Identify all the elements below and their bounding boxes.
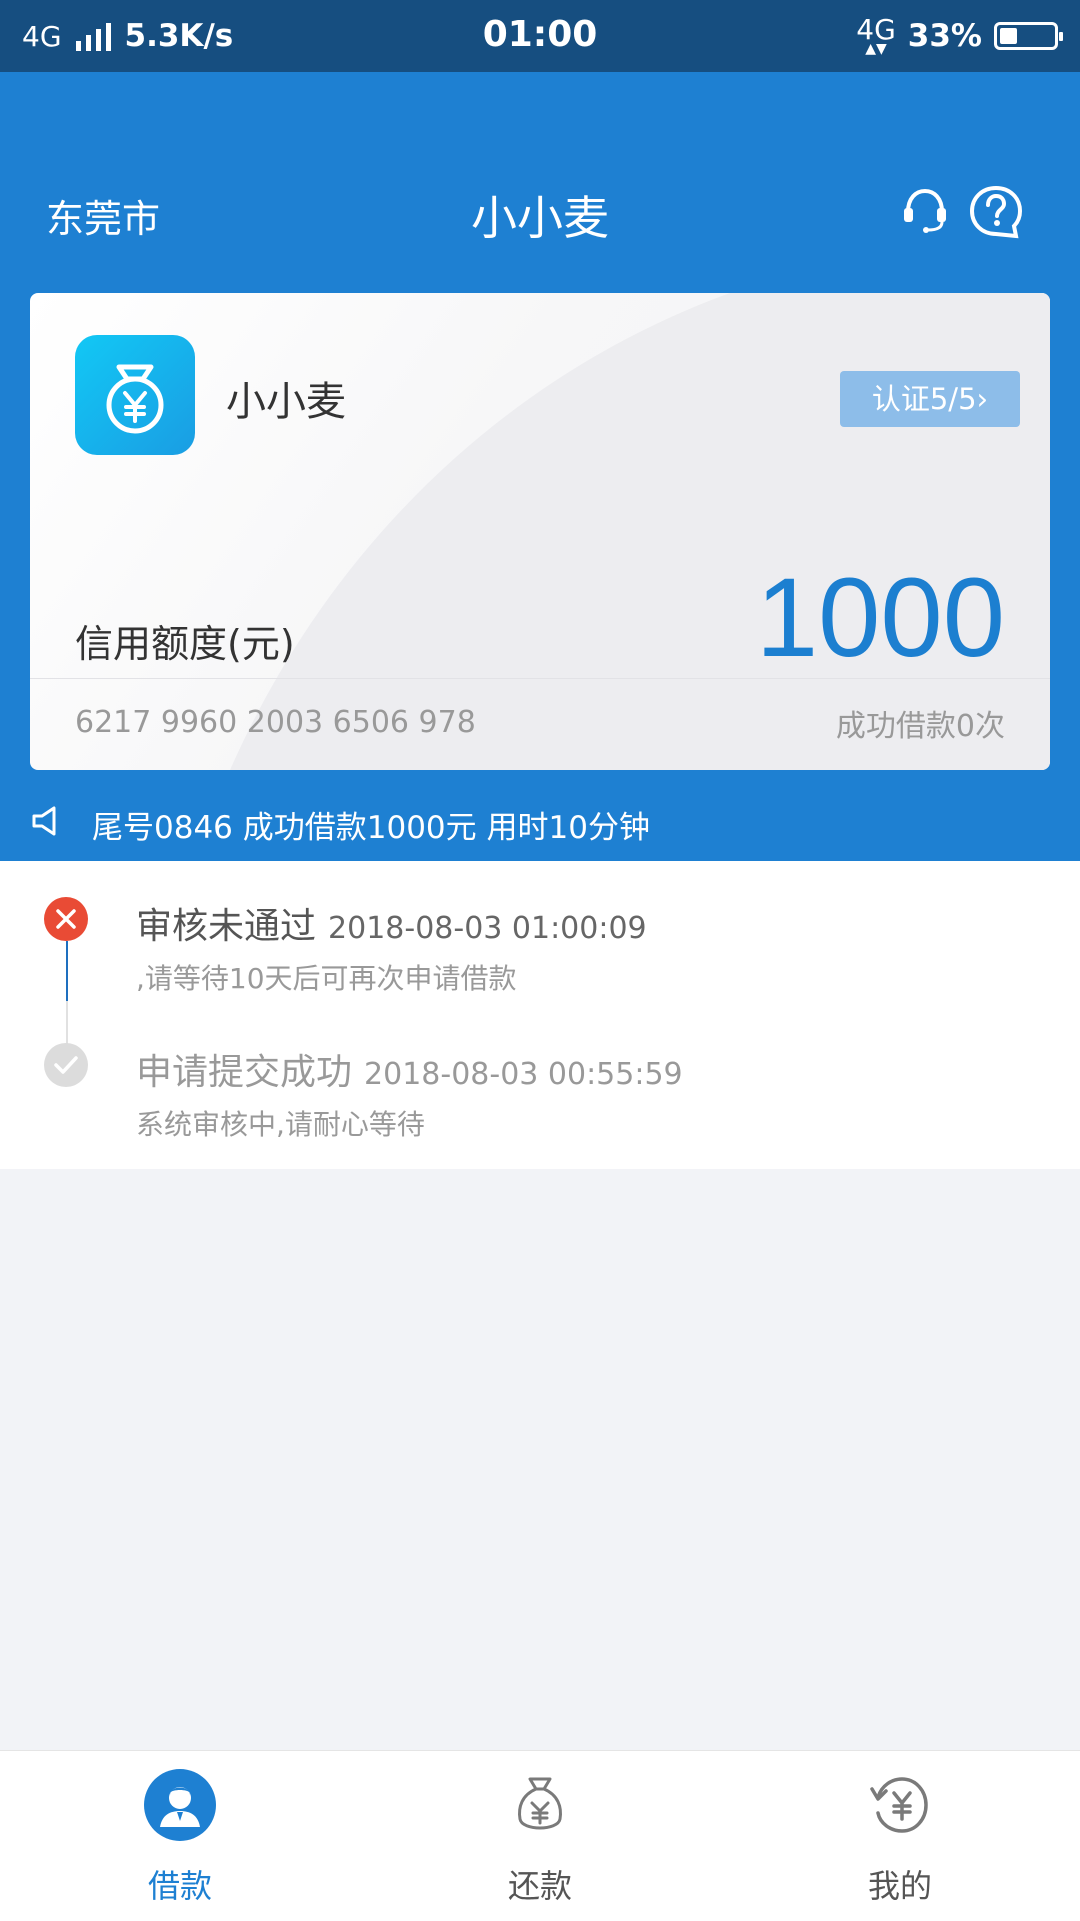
application-timeline: 审核未通过 2018-08-03 01:00:09 ,请等待10天后可再次申请借款… bbox=[0, 861, 1080, 1169]
tab-mine[interactable]: 我的 bbox=[720, 1751, 1080, 1921]
user-avatar-icon bbox=[144, 1769, 216, 1841]
auth-progress-button[interactable]: 认证5/5› bbox=[840, 371, 1020, 427]
status-right: 4G ▲▼ 33% bbox=[856, 12, 1063, 60]
battery-icon bbox=[994, 22, 1063, 50]
money-bag-logo-icon bbox=[106, 364, 164, 434]
timeline-item-subtitle: 系统审核中,请耐心等待 bbox=[136, 1108, 425, 1141]
timeline-status-text: 审核未通过 bbox=[136, 906, 317, 947]
battery-fill bbox=[1000, 28, 1017, 44]
timeline-timestamp: 2018-08-03 01:00:09 bbox=[328, 911, 647, 946]
status-bar: 4G 5.3K/s 01:00 4G ▲▼ 33% bbox=[0, 0, 1080, 72]
bank-account-number: 6217 9960 2003 6506 978 bbox=[75, 705, 476, 740]
timeline-item-subtitle: ,请等待10天后可再次申请借款 bbox=[136, 962, 517, 995]
bottom-tab-bar: 借款 还款 我的 bbox=[0, 1750, 1080, 1921]
money-bag-icon bbox=[504, 1769, 576, 1841]
card-divider bbox=[30, 678, 1050, 679]
card-app-name: 小小麦 bbox=[226, 379, 346, 425]
tab-label: 还款 bbox=[507, 1867, 572, 1905]
notice-text: 尾号0846 成功借款1000元 用时10分钟 bbox=[92, 810, 650, 846]
failed-status-icon bbox=[44, 897, 88, 941]
credit-card: 小小麦 认证5/5› 信用额度(元) 1000 6217 9960 2003 6… bbox=[30, 293, 1050, 770]
speaker-icon bbox=[30, 804, 64, 838]
tab-label: 借款 bbox=[147, 1867, 212, 1905]
notice-ticker: 尾号0846 成功借款1000元 用时10分钟 bbox=[0, 790, 1080, 860]
customer-service-icon[interactable] bbox=[902, 186, 948, 234]
timeline-item-title: 申请提交成功 2018-08-03 00:55:59 bbox=[136, 1043, 683, 1095]
yuan-refresh-icon bbox=[864, 1769, 936, 1841]
app-logo bbox=[75, 335, 195, 455]
chevron-right-icon: › bbox=[976, 382, 989, 416]
timeline-timestamp: 2018-08-03 00:55:59 bbox=[364, 1057, 683, 1092]
timeline-status-text: 申请提交成功 bbox=[136, 1052, 353, 1093]
battery-percent: 33% bbox=[907, 18, 982, 54]
top-nav: 东莞市 小小麦 bbox=[0, 170, 1080, 250]
loan-count: 成功借款0次 bbox=[835, 709, 1005, 744]
credit-limit-value: 1000 bbox=[755, 555, 1005, 680]
auth-progress-label: 认证5/5 bbox=[871, 382, 977, 416]
checkmark-icon bbox=[44, 1043, 88, 1087]
tab-label: 我的 bbox=[867, 1867, 932, 1905]
timeline-item-title: 审核未通过 2018-08-03 01:00:09 bbox=[136, 897, 647, 949]
help-icon[interactable] bbox=[968, 184, 1024, 240]
network-type-right: 4G ▲▼ bbox=[856, 16, 896, 57]
tab-repay[interactable]: 还款 bbox=[360, 1751, 720, 1921]
credit-limit-label: 信用额度(元) bbox=[75, 622, 295, 666]
tab-borrow[interactable]: 借款 bbox=[0, 1751, 360, 1921]
timeline-connector bbox=[66, 941, 68, 1001]
